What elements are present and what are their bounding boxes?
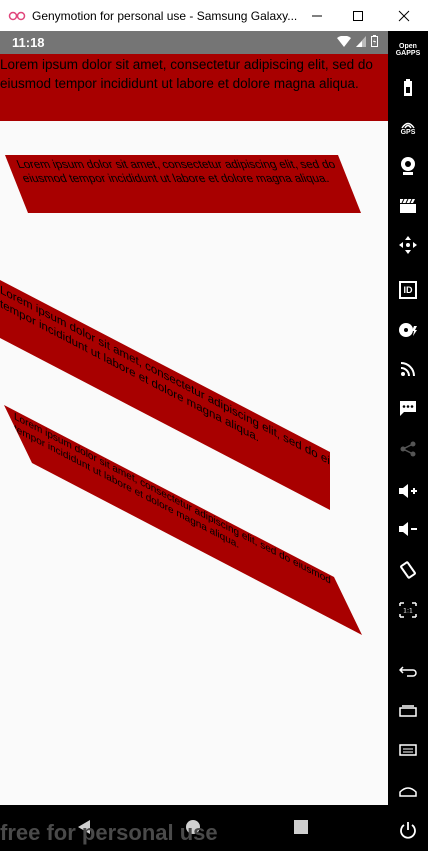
volume-up-button[interactable] xyxy=(388,477,428,505)
cast-icon xyxy=(400,362,415,377)
recent-apps-button[interactable] xyxy=(388,697,428,725)
close-icon xyxy=(398,10,410,21)
opengapps-label: Open GAPPS xyxy=(395,43,421,57)
back-button[interactable] xyxy=(388,657,428,685)
skewed-box-1: Lorem ipsum dolor sit amet, consectetur … xyxy=(5,155,361,213)
disk-button[interactable] xyxy=(388,316,428,344)
volume-down-icon xyxy=(399,522,417,536)
scale-button[interactable]: 1:1 xyxy=(388,596,428,624)
device-screen[interactable]: 11:18 Lorem ipsum dolor sit amet, consec… xyxy=(0,31,388,805)
maximize-icon xyxy=(353,10,363,21)
share-button[interactable] xyxy=(388,435,428,463)
rotate-icon xyxy=(400,561,416,579)
home-icon xyxy=(399,787,417,797)
home-button[interactable] xyxy=(388,777,428,805)
window-title-bar: Genymotion for personal use - Samsung Ga… xyxy=(0,0,428,31)
header-banner: Lorem ipsum dolor sit amet, consectetur … xyxy=(0,54,388,121)
scale-icon: 1:1 xyxy=(399,602,417,618)
sms-icon xyxy=(400,401,416,416)
minimize-icon xyxy=(312,15,322,16)
recents-icon[interactable] xyxy=(294,820,308,834)
power-button[interactable] xyxy=(388,816,428,844)
volume-down-button[interactable] xyxy=(388,515,428,543)
skewed-lorem-text-1: Lorem ipsum dolor sit amet, consectetur … xyxy=(15,159,338,185)
status-bar: 11:18 xyxy=(0,31,388,54)
rotate-button[interactable] xyxy=(388,556,428,584)
status-time: 11:18 xyxy=(12,35,45,50)
genymotion-logo-icon xyxy=(8,10,26,22)
recent-apps-icon xyxy=(399,705,417,717)
video-icon xyxy=(400,198,416,213)
camera-button[interactable] xyxy=(388,152,428,180)
sms-button[interactable] xyxy=(388,394,428,422)
video-button[interactable] xyxy=(388,192,428,220)
battery-icon xyxy=(371,35,378,47)
id-label: ID xyxy=(403,284,413,295)
skewed-box-3: Lorem ipsum dolor sit amet, consectetur … xyxy=(4,405,362,635)
personal-use-watermark: free for personal use xyxy=(0,820,218,845)
gps-button[interactable]: GPS xyxy=(388,114,428,142)
wifi-icon xyxy=(337,35,351,47)
volume-up-icon xyxy=(399,484,417,498)
genymotion-toolbar: Open GAPPS GPS ID 1:1 xyxy=(388,31,428,851)
dpad-icon xyxy=(399,236,417,254)
opengapps-button[interactable]: Open GAPPS xyxy=(388,36,428,64)
svg-text:1:1: 1:1 xyxy=(403,608,413,615)
window-title: Genymotion for personal use - Samsung Ga… xyxy=(32,8,298,23)
disk-icon xyxy=(399,323,417,337)
close-button[interactable] xyxy=(387,0,421,31)
dpad-button[interactable] xyxy=(388,231,428,259)
cast-button[interactable] xyxy=(388,355,428,383)
back-icon xyxy=(399,666,417,677)
id-button[interactable]: ID xyxy=(388,276,428,304)
power-icon xyxy=(400,822,416,839)
battery-button[interactable] xyxy=(388,74,428,102)
minimize-button[interactable] xyxy=(300,0,334,31)
skewed-box-2: Lorem ipsum dolor sit amet, consectetur … xyxy=(0,280,330,510)
camera-icon xyxy=(401,157,415,175)
header-lorem-text: Lorem ipsum dolor sit amet, consectetur … xyxy=(0,57,373,91)
gps-label: GPS xyxy=(400,128,416,136)
battery-icon xyxy=(404,79,412,96)
share-icon xyxy=(400,441,416,457)
gps-icon xyxy=(401,122,415,128)
menu-button[interactable] xyxy=(388,736,428,764)
maximize-button[interactable] xyxy=(341,0,375,31)
menu-icon xyxy=(399,744,417,756)
signal-icon xyxy=(356,35,366,47)
